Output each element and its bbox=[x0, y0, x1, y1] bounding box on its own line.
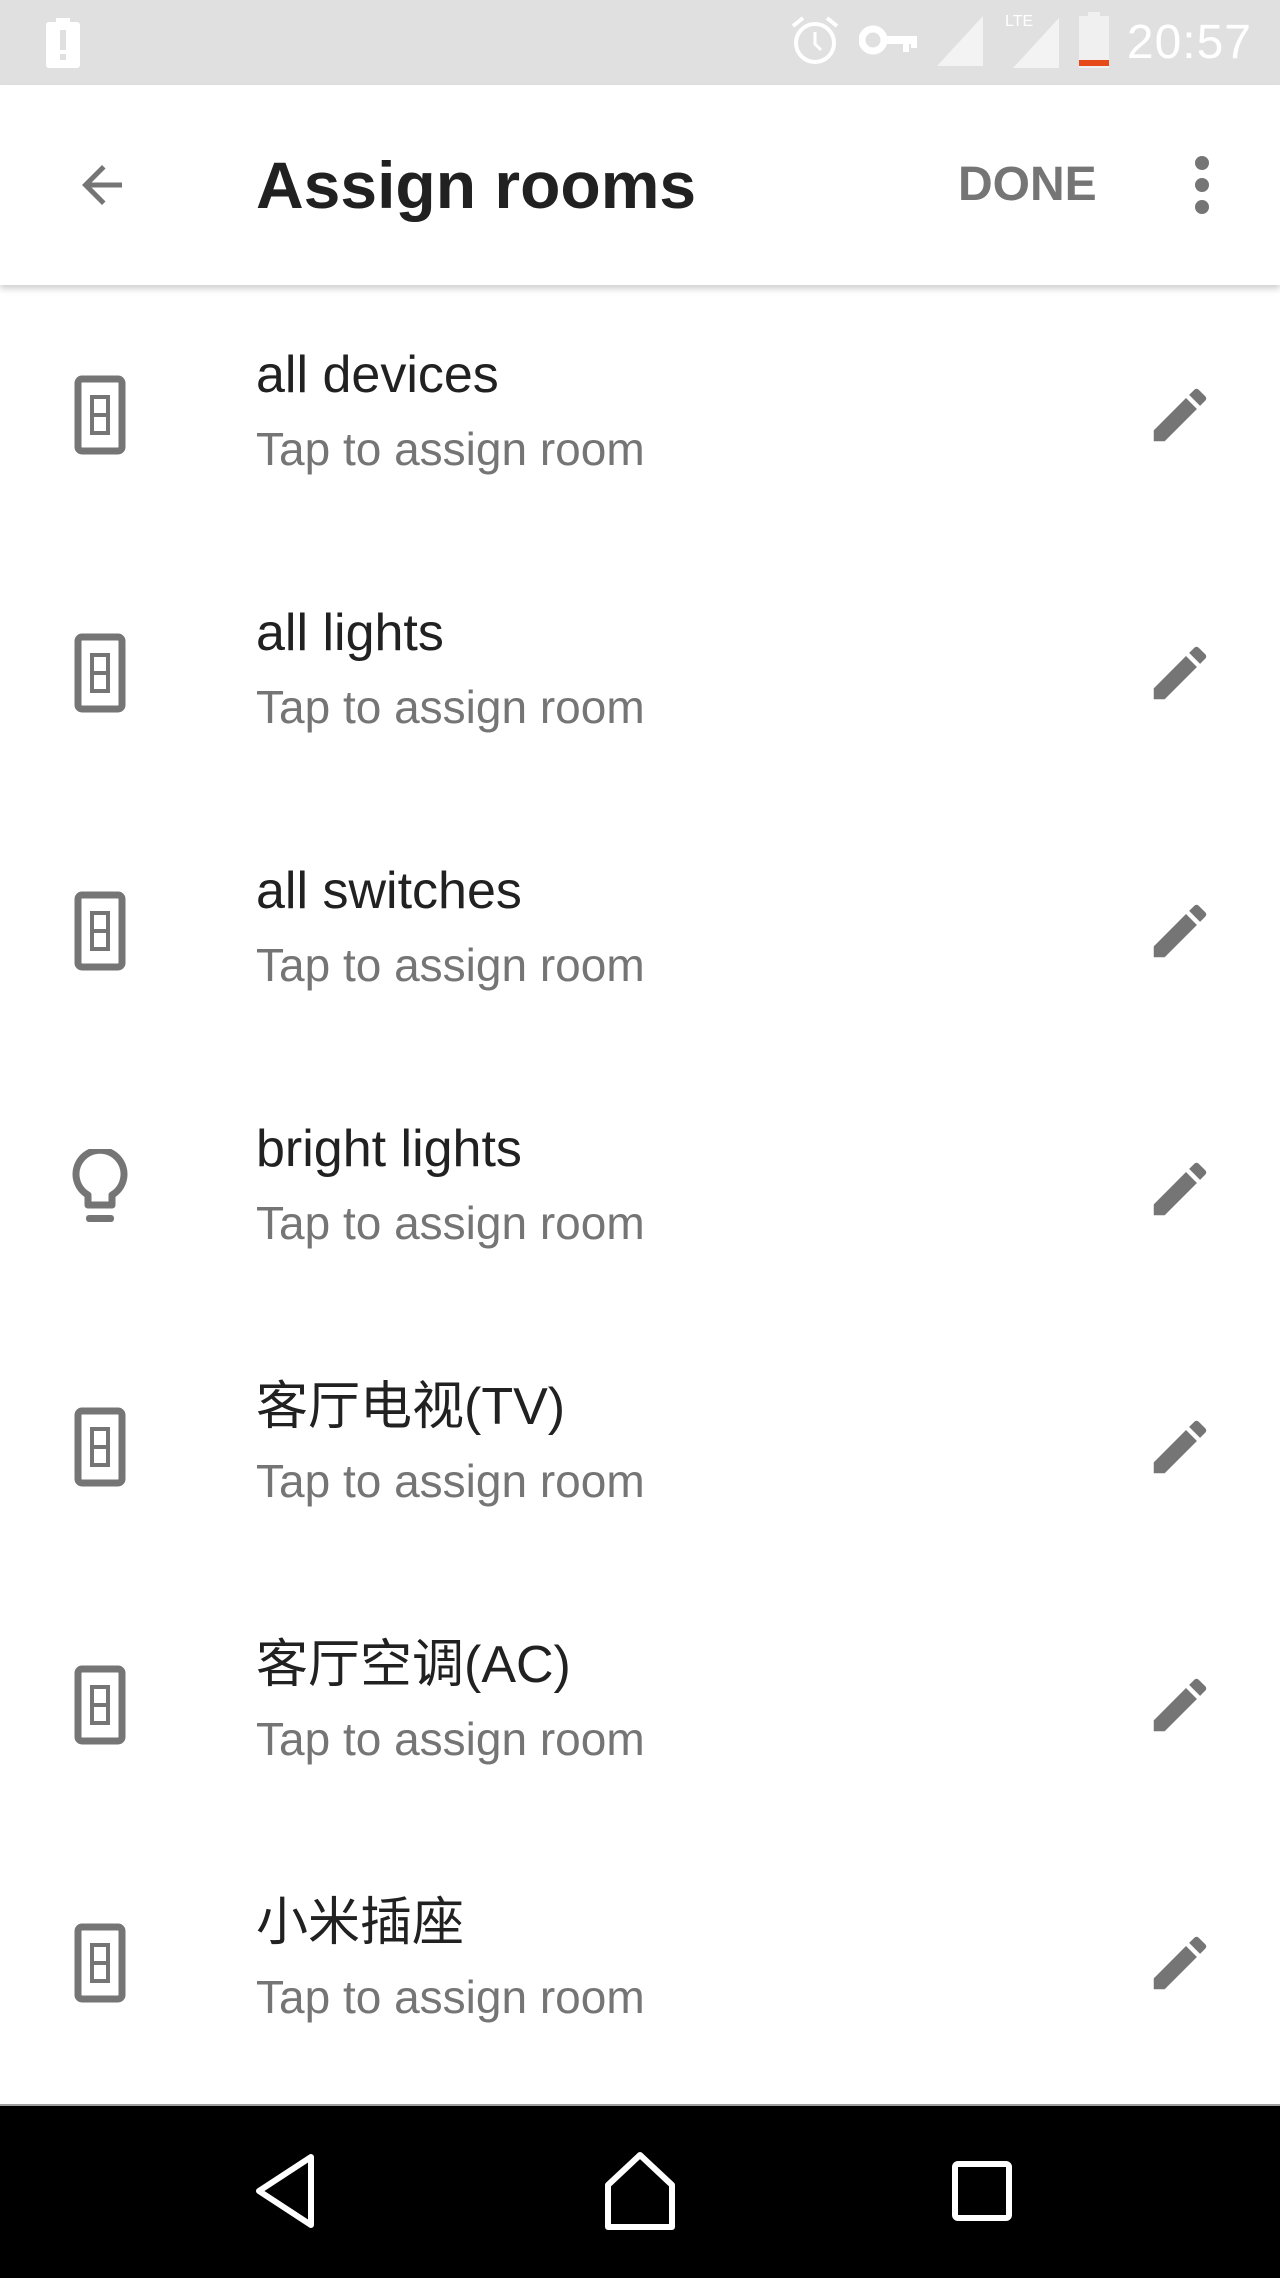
device-name: all devices bbox=[256, 346, 499, 404]
edit-button[interactable] bbox=[1130, 1913, 1230, 2013]
vpn-key-icon bbox=[858, 23, 917, 62]
status-time: 20:57 bbox=[1126, 16, 1252, 69]
edit-button[interactable] bbox=[1130, 1397, 1230, 1497]
alarm-icon bbox=[789, 14, 841, 71]
device-subtitle: Tap to assign room bbox=[256, 681, 645, 733]
device-row-xiaomi-plug[interactable]: 小米插座 Tap to assign room bbox=[0, 1833, 1280, 2091]
pencil-icon bbox=[1153, 646, 1207, 700]
edit-button[interactable] bbox=[1130, 881, 1230, 981]
pencil-icon bbox=[1153, 1678, 1207, 1732]
more-vert-icon bbox=[1195, 156, 1209, 214]
app-bar: Assign rooms DONE bbox=[0, 85, 1280, 285]
switch-icon bbox=[60, 1397, 140, 1497]
navigation-bar bbox=[0, 2104, 1280, 2278]
edit-button[interactable] bbox=[1130, 1139, 1230, 1239]
device-subtitle: Tap to assign room bbox=[256, 1455, 645, 1507]
pencil-icon bbox=[1153, 1936, 1207, 1990]
device-row-all-switches[interactable]: all switches Tap to assign room bbox=[0, 801, 1280, 1059]
device-row-all-lights[interactable]: all lights Tap to assign room bbox=[0, 543, 1280, 801]
device-row-living-room-tv[interactable]: 客厅电视(TV) Tap to assign room bbox=[0, 1317, 1280, 1575]
nav-home-icon bbox=[605, 2152, 675, 2230]
edit-button[interactable] bbox=[1130, 365, 1230, 465]
device-list: all devices Tap to assign room all light… bbox=[0, 285, 1280, 2091]
pencil-icon bbox=[1153, 1420, 1207, 1474]
device-name: all switches bbox=[256, 862, 522, 920]
switch-icon bbox=[60, 365, 140, 465]
pencil-icon bbox=[1153, 904, 1207, 958]
nav-recents-icon bbox=[952, 2161, 1012, 2221]
switch-icon bbox=[60, 881, 140, 981]
device-row-all-devices[interactable]: all devices Tap to assign room bbox=[0, 285, 1280, 543]
device-subtitle: Tap to assign room bbox=[256, 423, 645, 475]
device-subtitle: Tap to assign room bbox=[256, 1713, 645, 1765]
battery-icon bbox=[1078, 12, 1109, 73]
device-subtitle: Tap to assign room bbox=[256, 1971, 645, 2023]
device-subtitle: Tap to assign room bbox=[256, 1197, 645, 1249]
device-name: 客厅电视(TV) bbox=[256, 1378, 566, 1436]
done-button[interactable]: DONE bbox=[958, 143, 1097, 227]
device-name: 小米插座 bbox=[256, 1894, 465, 1952]
switch-icon bbox=[60, 1655, 140, 1755]
device-name: 客厅空调(AC) bbox=[256, 1636, 571, 1694]
nav-recents-button[interactable] bbox=[922, 2136, 1042, 2246]
device-row-bright-lights[interactable]: bright lights Tap to assign room bbox=[0, 1059, 1280, 1317]
pencil-icon bbox=[1153, 1162, 1207, 1216]
edit-button[interactable] bbox=[1130, 623, 1230, 723]
pencil-icon bbox=[1153, 388, 1207, 442]
device-name: bright lights bbox=[256, 1120, 522, 1178]
page-title: Assign rooms bbox=[256, 148, 697, 222]
nav-back-button[interactable] bbox=[226, 2136, 346, 2246]
battery-alert-icon bbox=[46, 18, 80, 73]
more-options-button[interactable] bbox=[1170, 143, 1234, 227]
lte-signal-icon: LTE bbox=[1003, 10, 1061, 75]
device-name: all lights bbox=[256, 604, 444, 662]
lightbulb-icon bbox=[60, 1139, 140, 1239]
switch-icon bbox=[60, 623, 140, 723]
device-row-living-room-ac[interactable]: 客厅空调(AC) Tap to assign room bbox=[0, 1575, 1280, 1833]
device-subtitle: Tap to assign room bbox=[256, 939, 645, 991]
signal-icon bbox=[935, 14, 985, 71]
lte-label: LTE bbox=[1005, 13, 1033, 30]
nav-home-button[interactable] bbox=[580, 2136, 700, 2246]
switch-icon bbox=[60, 1913, 140, 2013]
arrow-back-icon bbox=[82, 165, 122, 205]
nav-back-icon bbox=[256, 2154, 314, 2228]
edit-button[interactable] bbox=[1130, 1655, 1230, 1755]
status-bar: LTE 20:57 bbox=[0, 0, 1280, 85]
back-button[interactable] bbox=[60, 143, 144, 227]
